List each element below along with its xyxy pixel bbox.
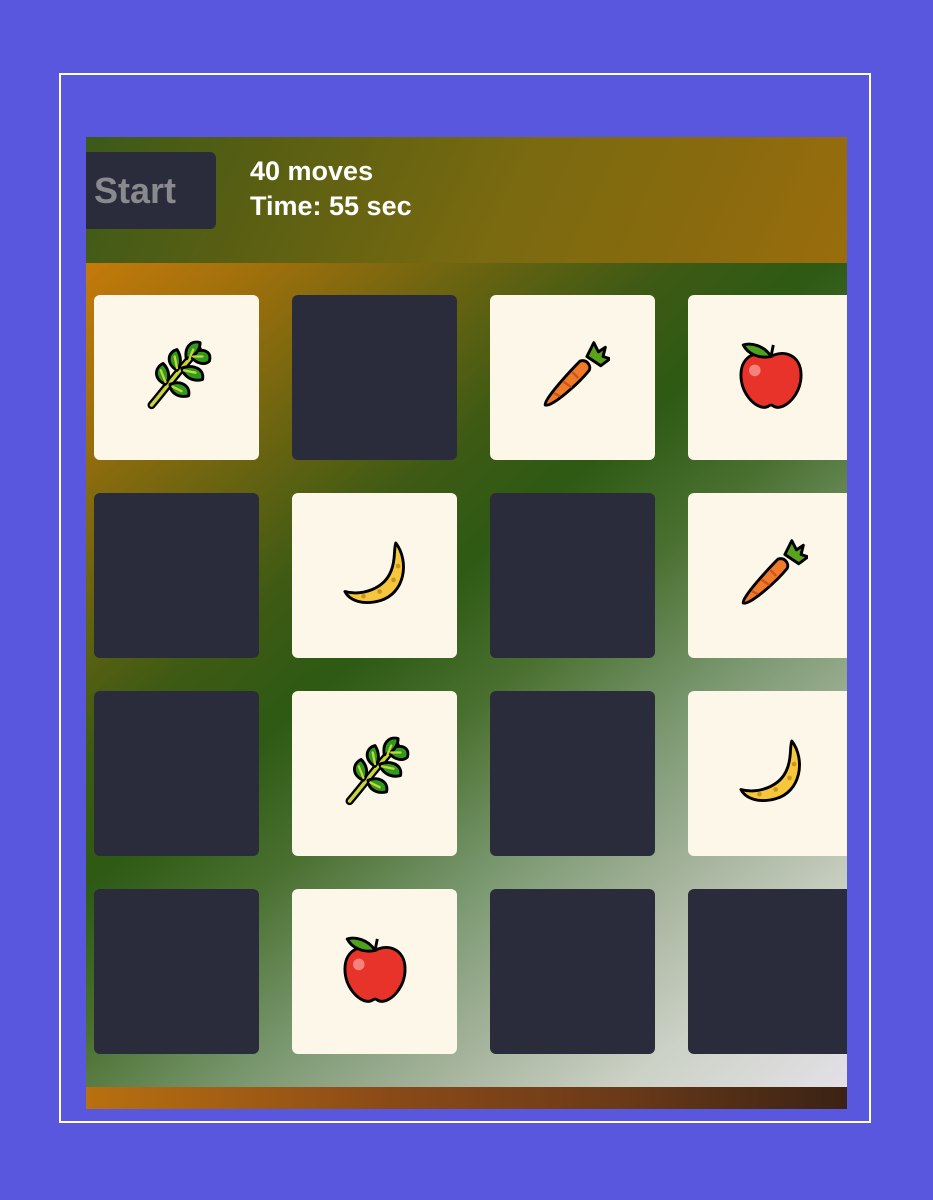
leafy-green-icon [140,338,214,417]
card-board [86,263,847,1109]
memory-card[interactable] [688,889,847,1054]
game-stats: 40 moves Time: 55 sec [250,154,412,224]
banana-icon [734,734,808,813]
memory-card[interactable] [94,493,259,658]
banana-icon [338,536,412,615]
leafy-green-icon [338,734,412,813]
memory-card[interactable] [292,493,457,658]
memory-card[interactable] [490,493,655,658]
memory-card[interactable] [688,691,847,856]
memory-game: Start 40 moves Time: 55 sec [86,137,847,1109]
memory-card[interactable] [94,295,259,460]
memory-card[interactable] [292,295,457,460]
memory-card[interactable] [292,889,457,1054]
memory-card[interactable] [490,691,655,856]
timer: Time: 55 sec [250,191,412,221]
board-bottom-edge [86,1087,847,1109]
memory-card[interactable] [490,295,655,460]
start-button[interactable]: Start [86,152,216,229]
memory-card[interactable] [94,691,259,856]
apple-icon [338,932,412,1011]
memory-card[interactable] [688,295,847,460]
carrot-icon [734,536,809,615]
game-header: Start 40 moves Time: 55 sec [86,137,847,263]
moves-counter: 40 moves [250,156,374,186]
memory-card[interactable] [94,889,259,1054]
memory-card[interactable] [688,493,847,658]
carrot-icon [536,338,611,417]
memory-card[interactable] [490,889,655,1054]
apple-icon [734,338,808,417]
memory-card[interactable] [292,691,457,856]
